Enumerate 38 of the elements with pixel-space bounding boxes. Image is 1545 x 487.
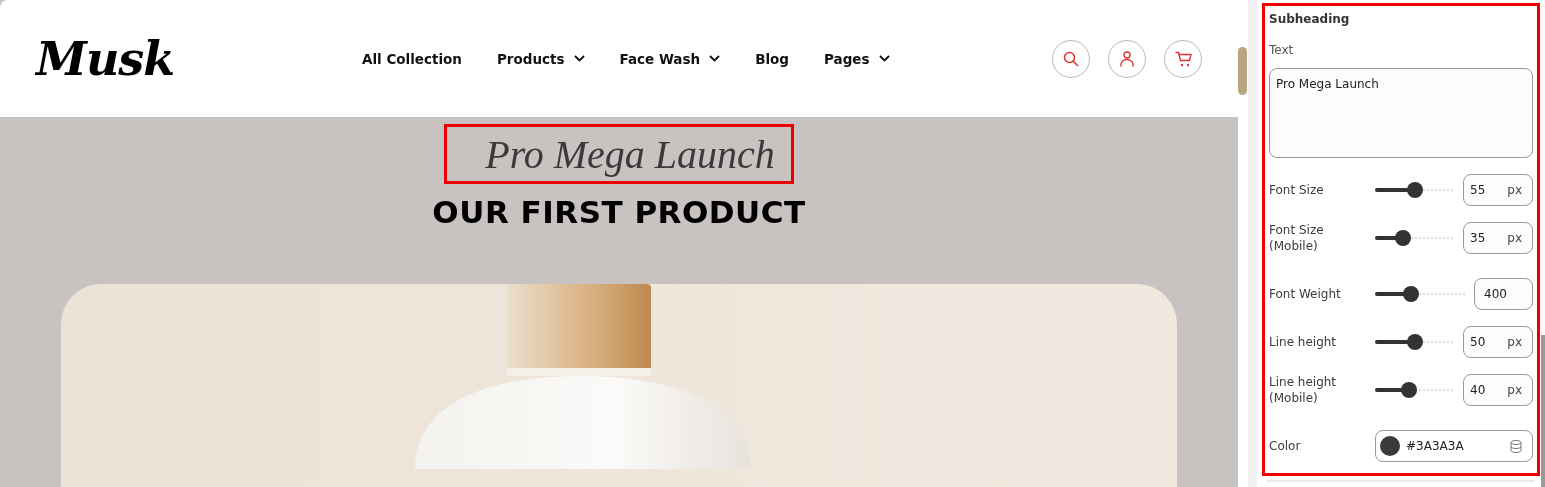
search-icon <box>1063 50 1079 67</box>
nav-link[interactable]: Products <box>496 50 585 67</box>
section-title: Subheading <box>1269 12 1351 26</box>
nav-link[interactable]: All Collection <box>362 50 462 67</box>
number-field[interactable]: 50 px <box>1463 326 1533 358</box>
hero-subheading: Pro Mega Launch <box>444 124 794 184</box>
slider-thumb[interactable] <box>1400 382 1417 398</box>
hero-heading: OUR FIRST PRODUCT <box>432 194 806 230</box>
text-area[interactable]: Pro Mega Launch <box>1269 68 1533 158</box>
search-button[interactable] <box>1052 39 1090 78</box>
nav-link[interactable]: Face Wash <box>619 50 721 67</box>
color-field[interactable]: #3A3A3A <box>1375 430 1533 462</box>
setting-label: Font Size <box>1269 182 1325 198</box>
logo[interactable]: Musk <box>36 31 362 86</box>
user-icon <box>1120 50 1134 67</box>
number-field[interactable]: 40 px <box>1463 374 1533 406</box>
number-field[interactable]: 35 px <box>1463 222 1533 254</box>
cart-icon <box>1174 50 1192 67</box>
field-label: Text <box>1269 43 1295 57</box>
database-icon[interactable] <box>1510 439 1522 453</box>
scrollbar-thumb[interactable] <box>1238 47 1247 95</box>
color-swatch[interactable] <box>1380 436 1400 456</box>
slider-thumb[interactable] <box>1403 286 1420 302</box>
scrollbar-thumb[interactable] <box>1541 335 1545 487</box>
nav-link[interactable]: Pages <box>824 50 890 67</box>
setting-label: Font Size (Mobile) <box>1269 222 1325 254</box>
setting-label: Color <box>1269 438 1302 454</box>
cart-button[interactable] <box>1164 39 1202 78</box>
setting-label: Font Weight <box>1269 286 1342 302</box>
setting-label: Line height <box>1269 334 1338 350</box>
setting-label: Line height (Mobile) <box>1269 374 1338 406</box>
account-button[interactable] <box>1108 39 1146 78</box>
slider-thumb[interactable] <box>1407 334 1423 350</box>
number-field[interactable]: 55 px <box>1463 174 1533 206</box>
slider-thumb[interactable] <box>1395 230 1411 246</box>
number-field[interactable]: 400 <box>1474 278 1533 310</box>
slider-thumb[interactable] <box>1407 182 1423 198</box>
nav-link[interactable]: Blog <box>755 50 789 67</box>
